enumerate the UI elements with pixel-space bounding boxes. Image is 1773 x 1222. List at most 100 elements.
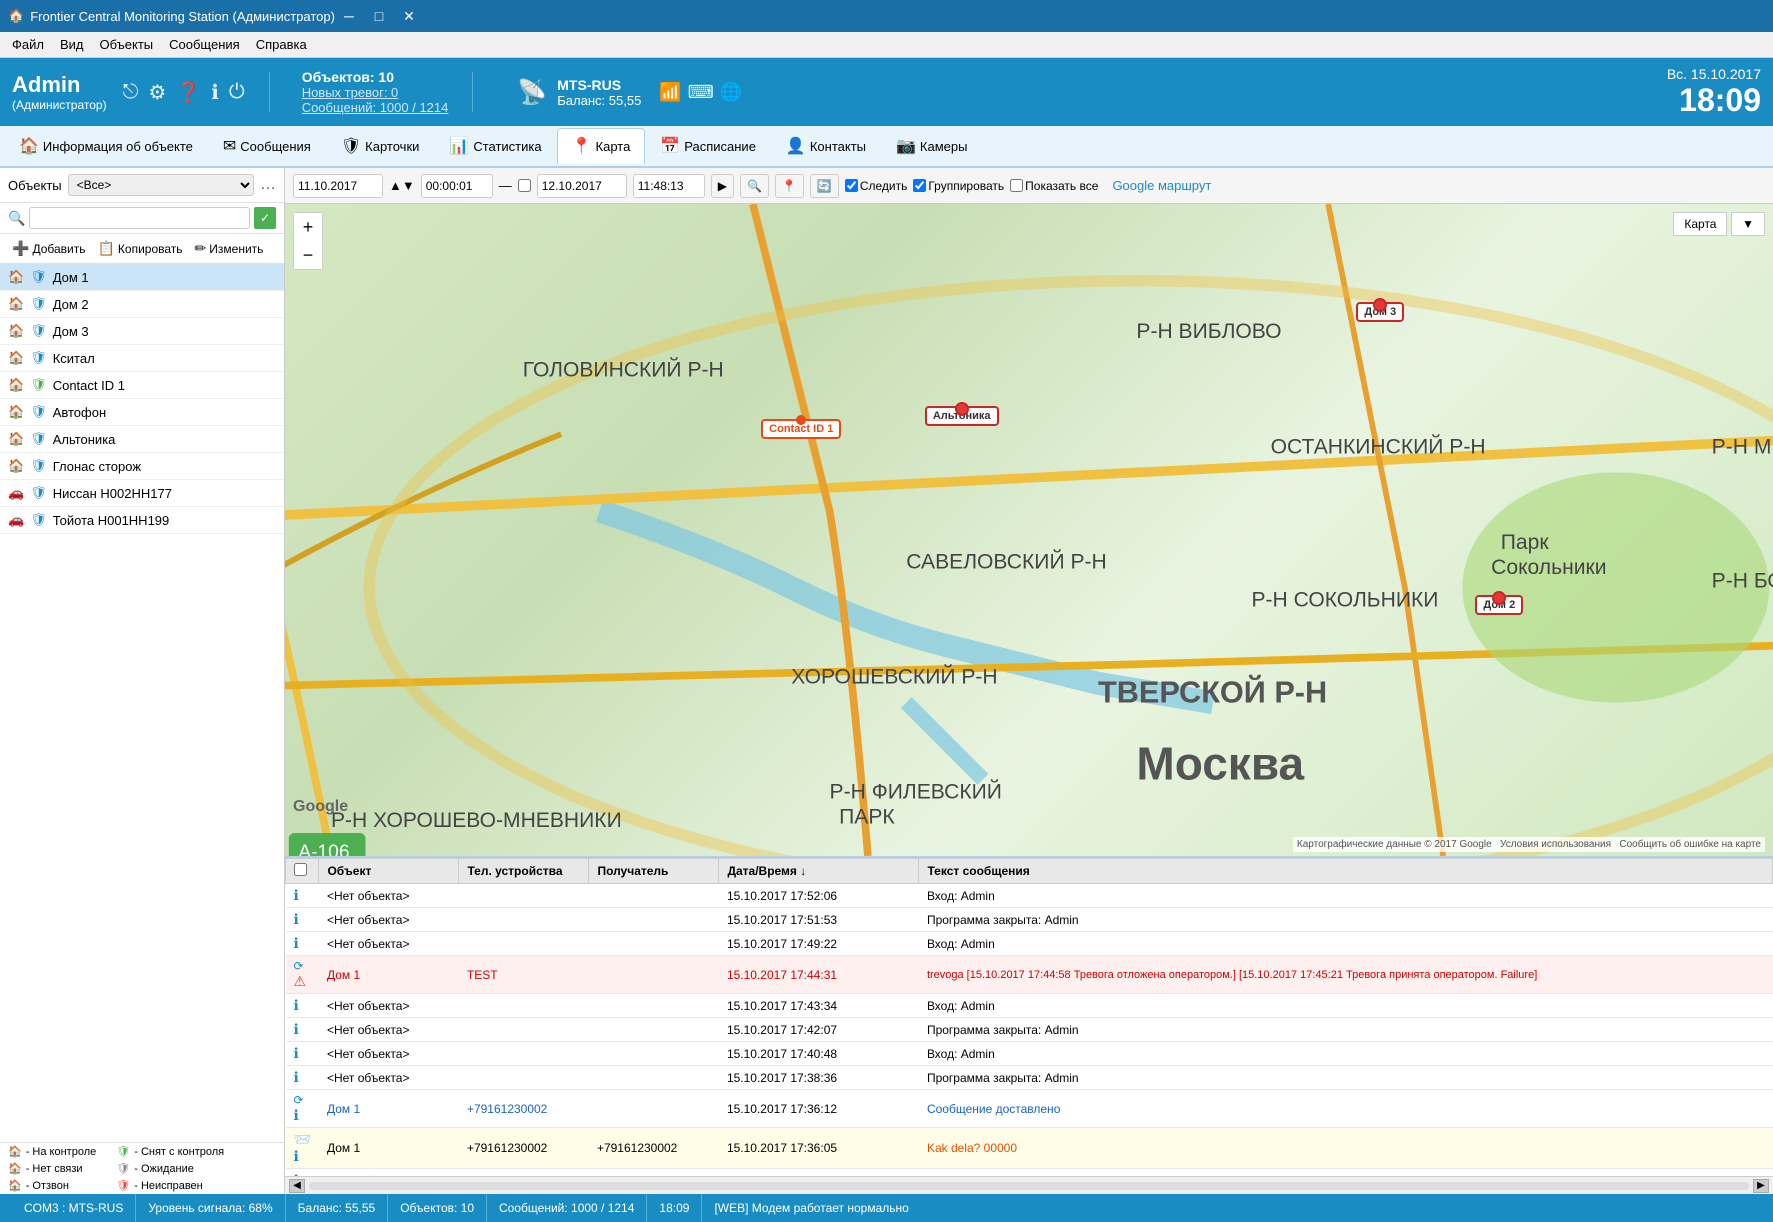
tab-map[interactable]: 📍 Карта	[557, 128, 646, 164]
select-all-checkbox[interactable]	[294, 863, 307, 876]
tab-stats[interactable]: 📊 Статистика	[434, 128, 556, 164]
map-type-button[interactable]: Карта	[1673, 212, 1727, 236]
map-pin-contact-id[interactable]: Contact ID 1	[761, 419, 841, 439]
menu-help[interactable]: Справка	[248, 35, 315, 54]
close-button[interactable]: ✕	[395, 2, 423, 30]
start-date-input[interactable]	[293, 174, 383, 198]
row-object: Дом 1	[319, 1090, 459, 1128]
logout-icon[interactable]: ⎋	[123, 81, 139, 104]
edit-button[interactable]: ✏ Изменить	[191, 238, 268, 259]
new-alarms[interactable]: Новых тревог: 0	[302, 85, 449, 100]
show-all-checkbox[interactable]: Показать все	[1010, 179, 1098, 193]
tab-schedule[interactable]: 📅 Расписание	[645, 128, 771, 164]
refresh-button[interactable]: 🔄	[810, 174, 839, 198]
follow-checkbox[interactable]: Следить	[845, 179, 908, 193]
settings-icon[interactable]: ⚙	[148, 80, 166, 105]
menu-file[interactable]: Файл	[4, 35, 52, 54]
zoom-in-button[interactable]: +	[294, 213, 322, 241]
table-row[interactable]: ℹ <Нет объекта> 15.10.2017 17:51:53 Прог…	[286, 908, 1773, 932]
list-item[interactable]: 🏠 🛡 Альтоника	[0, 426, 284, 453]
list-item[interactable]: 🏠 🛡 Кситал	[0, 345, 284, 372]
scrollbar-track[interactable]	[309, 1182, 1749, 1190]
map-container[interactable]: Р-Н МИТИНО ГОЛОВИНСКИЙ Р-Н Р-Н ВИБЛОВО Р…	[285, 204, 1773, 856]
end-time-input[interactable]	[633, 174, 705, 198]
app-header: Admin (Администратор) ⎋ ⚙ ❓ ℹ ⏻ Объектов…	[0, 58, 1773, 126]
maximize-button[interactable]: □	[365, 2, 393, 30]
tab-info[interactable]: 🏠 Информация об объекте	[4, 128, 208, 164]
status-balance: Баланс: 55,55	[286, 1194, 389, 1222]
messages-count[interactable]: Сообщений: 1000 / 1214	[302, 100, 449, 115]
power-icon[interactable]: ⏻	[229, 81, 245, 104]
row-icon: ℹ	[286, 932, 319, 956]
table-row[interactable]: ⟳ ℹ Дом 1 +79161230002 15.10.2017 17:36:…	[286, 1090, 1773, 1128]
row-recv	[589, 956, 719, 994]
filter-more-button[interactable]: …	[260, 176, 276, 194]
scroll-left-button[interactable]: ◀	[289, 1179, 305, 1193]
date-range-dash: —	[499, 178, 512, 193]
filter-select[interactable]: <Все>	[68, 174, 254, 196]
table-row[interactable]: ℹ <Нет объекта> 15.10.2017 17:38:36 Прог…	[286, 1066, 1773, 1090]
svg-text:ТВЕРСКОЙ Р-Н: ТВЕРСКОЙ Р-Н	[1098, 674, 1327, 710]
menu-messages[interactable]: Сообщения	[161, 35, 248, 54]
start-time-input[interactable]	[421, 174, 493, 198]
table-row[interactable]: ℹ <Нет объекта> 15.10.2017 17:52:06 Вход…	[286, 884, 1773, 908]
legend: 🏠 - На контроле 🏠 - Нет связи 🏠 - Отзвон…	[0, 1142, 284, 1194]
list-item[interactable]: 🚗 🛡 Ниссан Н002НН177	[0, 480, 284, 507]
table-row[interactable]: ℹ <Нет объекта> 15.10.2017 17:42:07 Прог…	[286, 1018, 1773, 1042]
tab-cameras[interactable]: 📷 Камеры	[881, 128, 982, 164]
th-object: Объект	[319, 859, 459, 884]
search-map-button[interactable]: 🔍	[740, 174, 769, 198]
list-item[interactable]: 🏠 🛡 Contact ID 1	[0, 372, 284, 399]
table-row[interactable]: 📨 ℹ Дом 1 +79161230002 +79161230002 15.1…	[286, 1128, 1773, 1169]
obj-type-icon: 🏠	[8, 431, 24, 447]
copy-button[interactable]: 📋 Копировать	[93, 238, 186, 259]
minimize-button[interactable]: ─	[335, 2, 363, 30]
menu-view[interactable]: Вид	[52, 35, 92, 54]
scroll-right-button[interactable]: ▶	[1753, 1179, 1769, 1193]
list-item[interactable]: 🏠 🛡 Глонас сторож	[0, 453, 284, 480]
search-input[interactable]	[29, 207, 250, 229]
row-tel	[459, 884, 589, 908]
map-pin-dom3[interactable]: Дом 3	[1356, 302, 1404, 322]
list-item[interactable]: 🏠 🛡 Дом 2	[0, 291, 284, 318]
end-date-input[interactable]	[537, 174, 627, 198]
tab-cards[interactable]: 🛡 Карточки	[326, 128, 435, 164]
zoom-out-button[interactable]: −	[294, 241, 322, 269]
table-row[interactable]: ℹ <Нет объекта> 11.10.2017 20:05:46 Прог…	[286, 1169, 1773, 1177]
date-checkbox[interactable]	[518, 179, 531, 192]
obj-name: Дом 3	[53, 324, 89, 339]
add-button[interactable]: ➕ Добавить	[8, 238, 89, 259]
com-label: COM3 : MTS-RUS	[24, 1201, 123, 1215]
tab-contacts[interactable]: 👤 Контакты	[771, 128, 881, 164]
table-row[interactable]: ⟳ ⚠ Дом 1 TEST 15.10.2017 17:44:31 trevo…	[286, 956, 1773, 994]
tab-messages[interactable]: ✉ Сообщения	[208, 128, 326, 164]
car-icon: 🚗	[8, 485, 24, 501]
row-msg: Вход: Admin	[919, 994, 1773, 1018]
scroll-bar[interactable]: ◀ ▶	[285, 1176, 1773, 1194]
info-icon[interactable]: ℹ	[211, 80, 219, 105]
list-item[interactable]: 🏠 🛡 Дом 1	[0, 264, 284, 291]
map-type-dropdown[interactable]: ▼	[1731, 212, 1765, 236]
legend-no-signal: 🏠 - Нет связи	[8, 1162, 96, 1175]
search-go-button[interactable]: ✓	[254, 207, 276, 229]
shield-icon: 🛡	[30, 269, 47, 285]
table-row[interactable]: ℹ <Нет объекта> 15.10.2017 17:40:48 Вход…	[286, 1042, 1773, 1066]
legend-on-control-label: - На контроле	[26, 1146, 97, 1158]
obj-type-icon: 🏠	[8, 296, 24, 312]
row-tel: TEST	[459, 956, 589, 994]
table-row[interactable]: ℹ <Нет объекта> 15.10.2017 17:49:22 Вход…	[286, 932, 1773, 956]
map-pin-dom2[interactable]: Дом 2	[1475, 595, 1523, 615]
play-button[interactable]: ▶	[711, 174, 734, 198]
location-button[interactable]: 📍	[775, 174, 804, 198]
messages-label: Сообщений: 1000 / 1214	[499, 1201, 634, 1215]
menu-objects[interactable]: Объекты	[92, 35, 162, 54]
table-row[interactable]: ℹ <Нет объекта> 15.10.2017 17:43:34 Вход…	[286, 994, 1773, 1018]
search-bar: 🔍 ✓	[0, 203, 284, 234]
list-item[interactable]: 🏠 🛡 Автофон	[0, 399, 284, 426]
help-icon[interactable]: ❓	[176, 80, 201, 105]
legend-broken-label: - Неисправен	[134, 1180, 203, 1192]
map-pin-altonika[interactable]: Альтоника	[925, 406, 999, 426]
list-item[interactable]: 🚗 🛡 Тойота Н001НН199	[0, 507, 284, 534]
group-checkbox[interactable]: Группировать	[913, 179, 1004, 193]
list-item[interactable]: 🏠 🛡 Дом 3	[0, 318, 284, 345]
